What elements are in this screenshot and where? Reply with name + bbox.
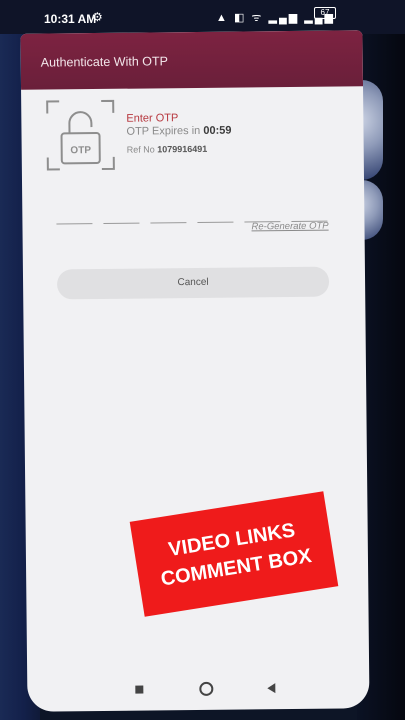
- page-title: Authenticate With OTP: [40, 54, 168, 70]
- recent-icon[interactable]: [267, 683, 276, 694]
- status-time: 10:31 AM: [44, 12, 97, 26]
- expiry-prefix: OTP Expires in: [126, 124, 201, 138]
- otp-digit-1[interactable]: [56, 213, 93, 225]
- lock-icon: OTP: [46, 99, 115, 171]
- ref-value: 1079916491: [157, 143, 208, 155]
- lock-label: OTP: [70, 145, 91, 156]
- app-bar: Authenticate With OTP: [20, 30, 364, 90]
- enter-otp-label: Enter OTP: [126, 112, 179, 125]
- back-icon[interactable]: [135, 685, 144, 694]
- ref-prefix: Ref No: [126, 144, 155, 155]
- expiry-time: 00:59: [203, 124, 232, 137]
- battery-icon: 67: [314, 7, 336, 19]
- reference-number: Ref No 1079916491: [127, 144, 208, 155]
- otp-digit-3[interactable]: [150, 212, 187, 224]
- phone-screen: Authenticate With OTP OTP Enter OTP OTP …: [20, 30, 370, 712]
- otp-digit-2[interactable]: [103, 212, 140, 224]
- nav-bar: [27, 670, 369, 704]
- regenerate-otp-link[interactable]: Re-Generate OTP: [251, 221, 328, 233]
- cancel-button[interactable]: Cancel: [56, 266, 330, 300]
- home-icon[interactable]: [199, 681, 214, 696]
- otp-digit-4[interactable]: [197, 211, 234, 223]
- status-bar: 10:31 AM ⚙ ▲ ◧ ᯤ ▂▄▆ ▂▄▆ 67: [0, 0, 405, 34]
- settings-icon: ⚙: [92, 10, 103, 24]
- otp-expiry: OTP Expires in 00:59: [126, 125, 231, 138]
